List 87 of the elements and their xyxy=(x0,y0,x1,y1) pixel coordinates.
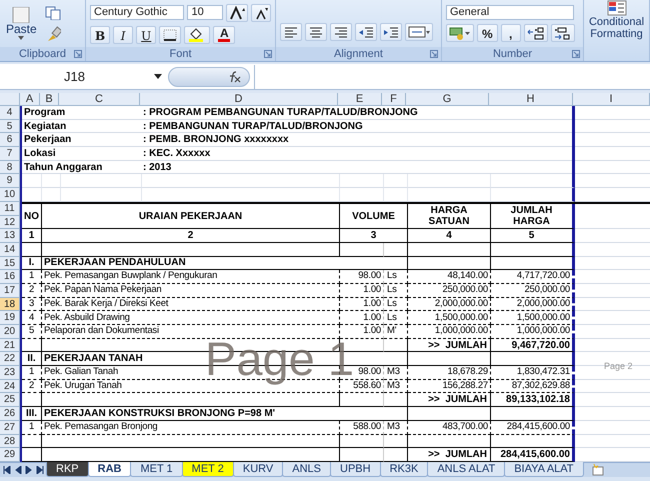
row-header[interactable]: 11 xyxy=(0,202,20,216)
row-header[interactable]: 26 xyxy=(0,407,20,421)
column-header[interactable]: I xyxy=(573,93,650,105)
column-header[interactable]: C xyxy=(59,93,140,105)
group-label: Font xyxy=(169,47,192,61)
dialog-launcher-icon[interactable] xyxy=(572,50,580,58)
row-header[interactable]: 17 xyxy=(0,284,20,298)
row-header[interactable]: 22 xyxy=(0,352,20,366)
align-right-icon[interactable] xyxy=(333,24,349,38)
sheet-tab[interactable]: ANLS xyxy=(282,462,331,477)
row-header[interactable]: 14 xyxy=(0,242,20,257)
copy-icon[interactable] xyxy=(44,6,61,20)
row-header[interactable]: 20 xyxy=(0,325,20,339)
column-header[interactable]: F xyxy=(382,93,406,105)
row-header[interactable]: 28 xyxy=(0,434,20,448)
input-field[interactable]: General xyxy=(446,5,574,20)
grow-font-icon[interactable] xyxy=(229,6,245,20)
comma-button[interactable]: , xyxy=(500,24,521,42)
sheet-tab[interactable]: ANLS ALAT xyxy=(427,462,506,477)
page-label: Page 2 xyxy=(604,360,633,373)
italic-button[interactable]: I xyxy=(113,26,134,44)
column-header[interactable]: A xyxy=(20,93,40,105)
last-sheet-icon[interactable] xyxy=(36,466,44,474)
first-sheet-icon[interactable] xyxy=(3,466,11,474)
percent-button[interactable]: % xyxy=(477,24,498,42)
bold-button[interactable]: B xyxy=(90,26,110,44)
sheet-tab[interactable]: BIAYA ALAT xyxy=(504,462,584,477)
increase-indent-icon[interactable] xyxy=(383,24,399,38)
previous-sheet-icon[interactable] xyxy=(14,466,22,474)
font-color-button[interactable]: A xyxy=(213,26,236,44)
row-header[interactable]: 16 xyxy=(0,270,20,284)
input-field[interactable]: 10 xyxy=(187,5,223,20)
merge-cells-icon[interactable] xyxy=(408,24,430,38)
row-header[interactable]: 23 xyxy=(0,366,20,380)
underline-button[interactable]: U xyxy=(136,26,156,44)
group-label: Alignment xyxy=(334,47,383,61)
dropdown-icon[interactable] xyxy=(154,74,162,79)
row-header[interactable]: 10 xyxy=(0,188,20,202)
next-sheet-icon[interactable] xyxy=(25,466,33,474)
row-header[interactable]: 18 xyxy=(0,298,20,312)
currency-icon[interactable] xyxy=(449,26,471,40)
table-icon[interactable] xyxy=(606,0,626,16)
decrease-indent-icon[interactable] xyxy=(358,24,374,38)
sheet-tab[interactable]: MET 1 xyxy=(130,462,183,477)
dialog-launcher-icon[interactable] xyxy=(264,50,272,58)
paste-button[interactable]: Paste xyxy=(6,7,37,40)
conditional-formatting-button[interactable]: Conditional Formatting xyxy=(588,0,646,40)
column-header[interactable]: D xyxy=(140,93,338,105)
column-header[interactable]: G xyxy=(406,93,489,105)
function-icon[interactable] xyxy=(227,70,241,82)
row-header[interactable]: 25 xyxy=(0,393,20,408)
borders-icon[interactable] xyxy=(162,28,178,42)
row-header[interactable]: 27 xyxy=(0,420,20,434)
dialog-launcher-icon[interactable] xyxy=(74,50,82,58)
group-label: Number xyxy=(492,47,532,61)
align-left-icon[interactable] xyxy=(283,24,299,38)
row-header[interactable]: 24 xyxy=(0,380,20,394)
clipboard-icon[interactable] xyxy=(10,7,32,23)
dialog-launcher-icon[interactable] xyxy=(430,50,438,58)
row-header[interactable]: 8 xyxy=(0,160,20,174)
row-header[interactable]: 15 xyxy=(0,256,20,270)
sheet-tab[interactable]: RK3K xyxy=(380,462,428,477)
column-header[interactable]: E xyxy=(338,93,382,105)
sheet-tab[interactable]: UPBH xyxy=(330,462,381,477)
column-header[interactable]: B xyxy=(40,93,59,105)
row-header[interactable]: 5 xyxy=(0,120,20,134)
row-header[interactable]: 29 xyxy=(0,448,20,462)
column-header[interactable]: H xyxy=(489,93,573,105)
row-header[interactable]: 4 xyxy=(0,106,20,120)
caret-icon[interactable] xyxy=(18,36,24,40)
shrink-font-icon[interactable] xyxy=(254,6,268,20)
align-center-icon[interactable] xyxy=(308,24,324,38)
increase-decimal-icon[interactable] xyxy=(526,26,545,40)
row-header[interactable]: 19 xyxy=(0,311,20,325)
new-sheet-icon[interactable] xyxy=(590,464,606,476)
row-header[interactable]: 9 xyxy=(0,174,20,188)
row-header[interactable]: 12 xyxy=(0,216,20,230)
row-header[interactable]: 13 xyxy=(0,229,20,243)
row-header[interactable]: 21 xyxy=(0,338,20,352)
input-field[interactable]: Century Gothic xyxy=(90,5,184,20)
group-label: Clipboard xyxy=(18,47,66,61)
sheet-tab[interactable]: RKP xyxy=(46,462,89,477)
row-header[interactable]: 7 xyxy=(0,147,20,161)
sheet-tab[interactable]: KURV xyxy=(232,462,284,477)
sheet-tab[interactable]: MET 2 xyxy=(182,462,234,477)
decrease-decimal-icon[interactable] xyxy=(554,26,572,40)
row-header[interactable]: 6 xyxy=(0,133,20,148)
